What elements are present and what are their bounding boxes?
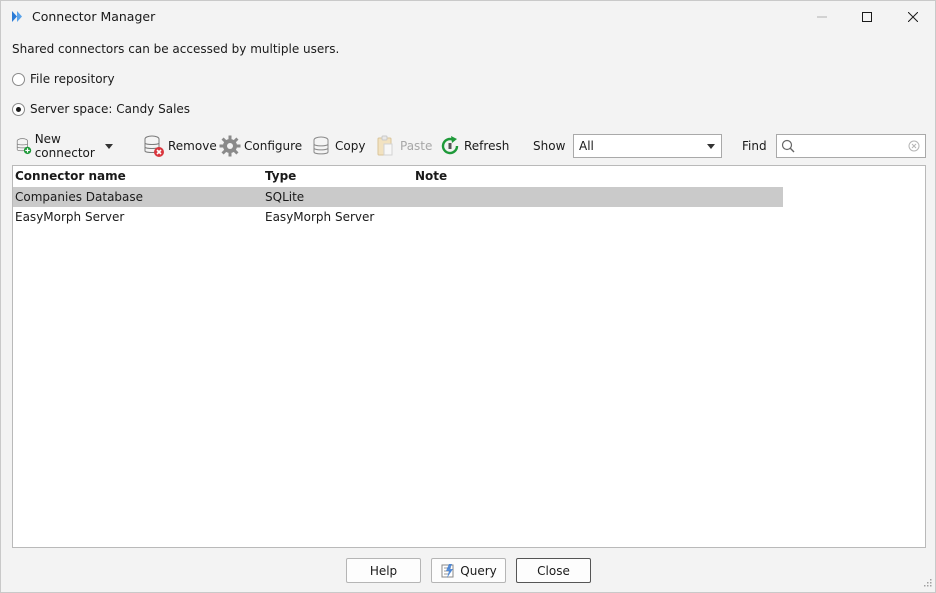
search-icon [781, 139, 795, 153]
chevron-down-icon [105, 144, 114, 149]
connectors-table[interactable]: Connector name Type Note Companies Datab… [12, 165, 926, 548]
remove-button[interactable]: Remove [142, 132, 217, 160]
table-row[interactable]: Companies Database SQLite [13, 187, 783, 207]
window-title: Connector Manager [32, 9, 156, 24]
cell-type: SQLite [265, 190, 305, 204]
radio-button-checked[interactable] [12, 102, 25, 116]
find-label: Find [742, 139, 767, 153]
show-filter-dropdown[interactable]: All [573, 134, 722, 158]
column-header-connector-name[interactable]: Connector name [15, 169, 126, 183]
radio-label: Server space: Candy Sales [30, 102, 191, 116]
configure-label: Configure [244, 139, 303, 153]
configure-button[interactable]: Configure [218, 132, 302, 160]
radio-label: File repository [30, 72, 115, 86]
resize-grip-icon[interactable] [922, 579, 932, 589]
find-input[interactable] [797, 137, 907, 155]
refresh-label: Refresh [464, 139, 510, 153]
description-text: Shared connectors can be accessed by mul… [12, 42, 340, 56]
maximize-icon [862, 11, 872, 22]
paste-button[interactable]: Paste [374, 132, 432, 160]
cell-type: EasyMorph Server [265, 210, 375, 224]
copy-label: Copy [335, 139, 366, 153]
refresh-icon [441, 136, 459, 155]
query-button[interactable]: Query [431, 558, 506, 583]
find-search-box[interactable] [776, 134, 926, 158]
close-window-button[interactable] [890, 1, 936, 32]
copy-button[interactable]: Copy [309, 132, 365, 160]
gear-icon [219, 135, 241, 157]
new-connector-button[interactable]: New connector [15, 132, 114, 160]
column-header-note[interactable]: Note [415, 169, 447, 183]
table-row[interactable]: EasyMorph Server EasyMorph Server [13, 207, 783, 227]
paste-label: Paste [400, 139, 433, 153]
database-copy-icon [313, 136, 329, 155]
chevron-down-icon [707, 144, 715, 149]
minimize-icon [817, 16, 827, 17]
cell-connector-name: Companies Database [15, 190, 144, 204]
close-label: Close [537, 563, 570, 578]
column-header-type[interactable]: Type [265, 169, 296, 183]
help-button[interactable]: Help [346, 558, 421, 583]
show-filter-value: All [579, 139, 594, 153]
remove-label: Remove [168, 139, 217, 153]
easymorph-logo-icon [12, 11, 22, 22]
database-remove-icon [144, 135, 164, 157]
refresh-button[interactable]: Refresh [438, 132, 509, 160]
database-add-icon [16, 138, 32, 155]
clear-search-icon[interactable] [908, 140, 920, 152]
radio-server-space[interactable]: Server space: Candy Sales [12, 102, 190, 116]
table-header: Connector name Type Note [13, 166, 783, 186]
radio-file-repository[interactable]: File repository [12, 72, 115, 86]
cell-connector-name: EasyMorph Server [15, 210, 125, 224]
connector-manager-window: Connector Manager Shared connectors can … [0, 0, 936, 593]
show-label: Show [533, 139, 566, 153]
maximize-button[interactable] [844, 1, 890, 32]
title-bar: Connector Manager [1, 1, 935, 32]
close-button[interactable]: Close [516, 558, 591, 583]
query-label: Query [460, 563, 497, 578]
radio-button[interactable] [12, 72, 25, 86]
minimize-button[interactable] [799, 1, 845, 32]
help-label: Help [369, 563, 398, 578]
clipboard-paste-icon [377, 135, 393, 156]
new-connector-label: New connector [34, 132, 95, 160]
close-icon [908, 11, 918, 22]
query-icon [441, 563, 454, 578]
